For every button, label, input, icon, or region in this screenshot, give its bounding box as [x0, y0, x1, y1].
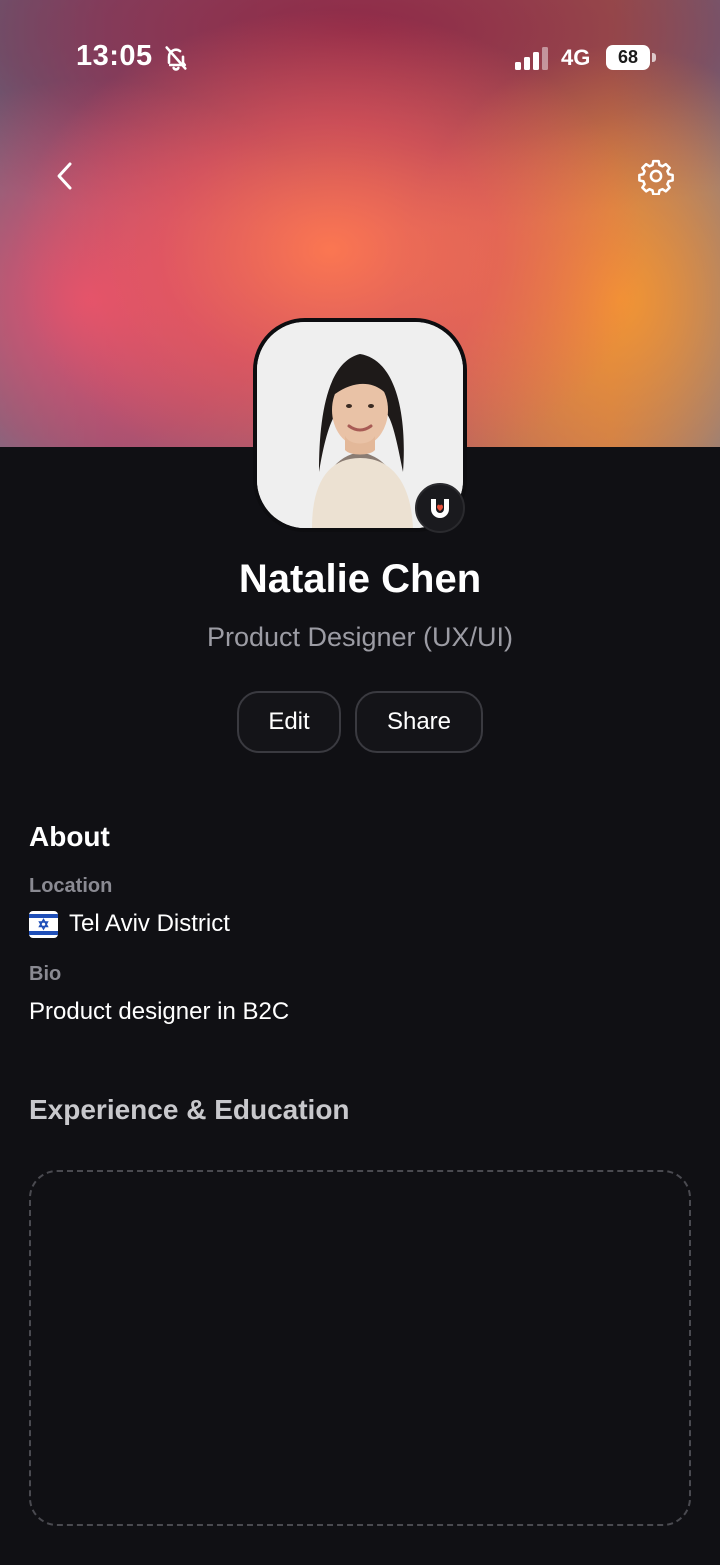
edit-button[interactable]: Edit: [237, 691, 341, 753]
profile-name: Natalie Chen: [238, 557, 482, 601]
app-logo-badge-icon: [415, 483, 465, 533]
share-button[interactable]: Share: [355, 691, 483, 753]
settings-button[interactable]: [634, 154, 678, 198]
battery-tip: [652, 53, 656, 62]
bell-off-icon: [165, 46, 187, 71]
gear-icon: [638, 159, 674, 195]
bio-value: Product designer in B2C: [29, 998, 290, 1025]
back-button[interactable]: [44, 155, 86, 197]
battery-level: 68: [606, 45, 650, 70]
bio-label: Bio: [29, 963, 62, 985]
chevron-left-icon: [57, 162, 72, 190]
israel-flag-icon: [29, 910, 58, 938]
signal-strength-icon: [515, 47, 548, 70]
location-label: Location: [29, 875, 113, 897]
network-type: 4G: [561, 45, 591, 70]
profile-actions: Edit Share: [0, 691, 720, 753]
status-bar: 13:05 4G 68: [0, 0, 720, 120]
location-row: Tel Aviv District: [29, 910, 230, 938]
status-time: 13:05: [76, 40, 153, 72]
location-value: Tel Aviv District: [69, 910, 230, 937]
experience-section-title: Experience & Education: [29, 1094, 350, 1125]
profile-headline: Product Designer (UX/UI): [206, 622, 514, 652]
profile-screen: 13:05 4G 68 Natalie Chen Product Designe…: [0, 0, 720, 1565]
experience-empty-placeholder[interactable]: [29, 1170, 691, 1526]
about-section-title: About: [29, 821, 110, 852]
